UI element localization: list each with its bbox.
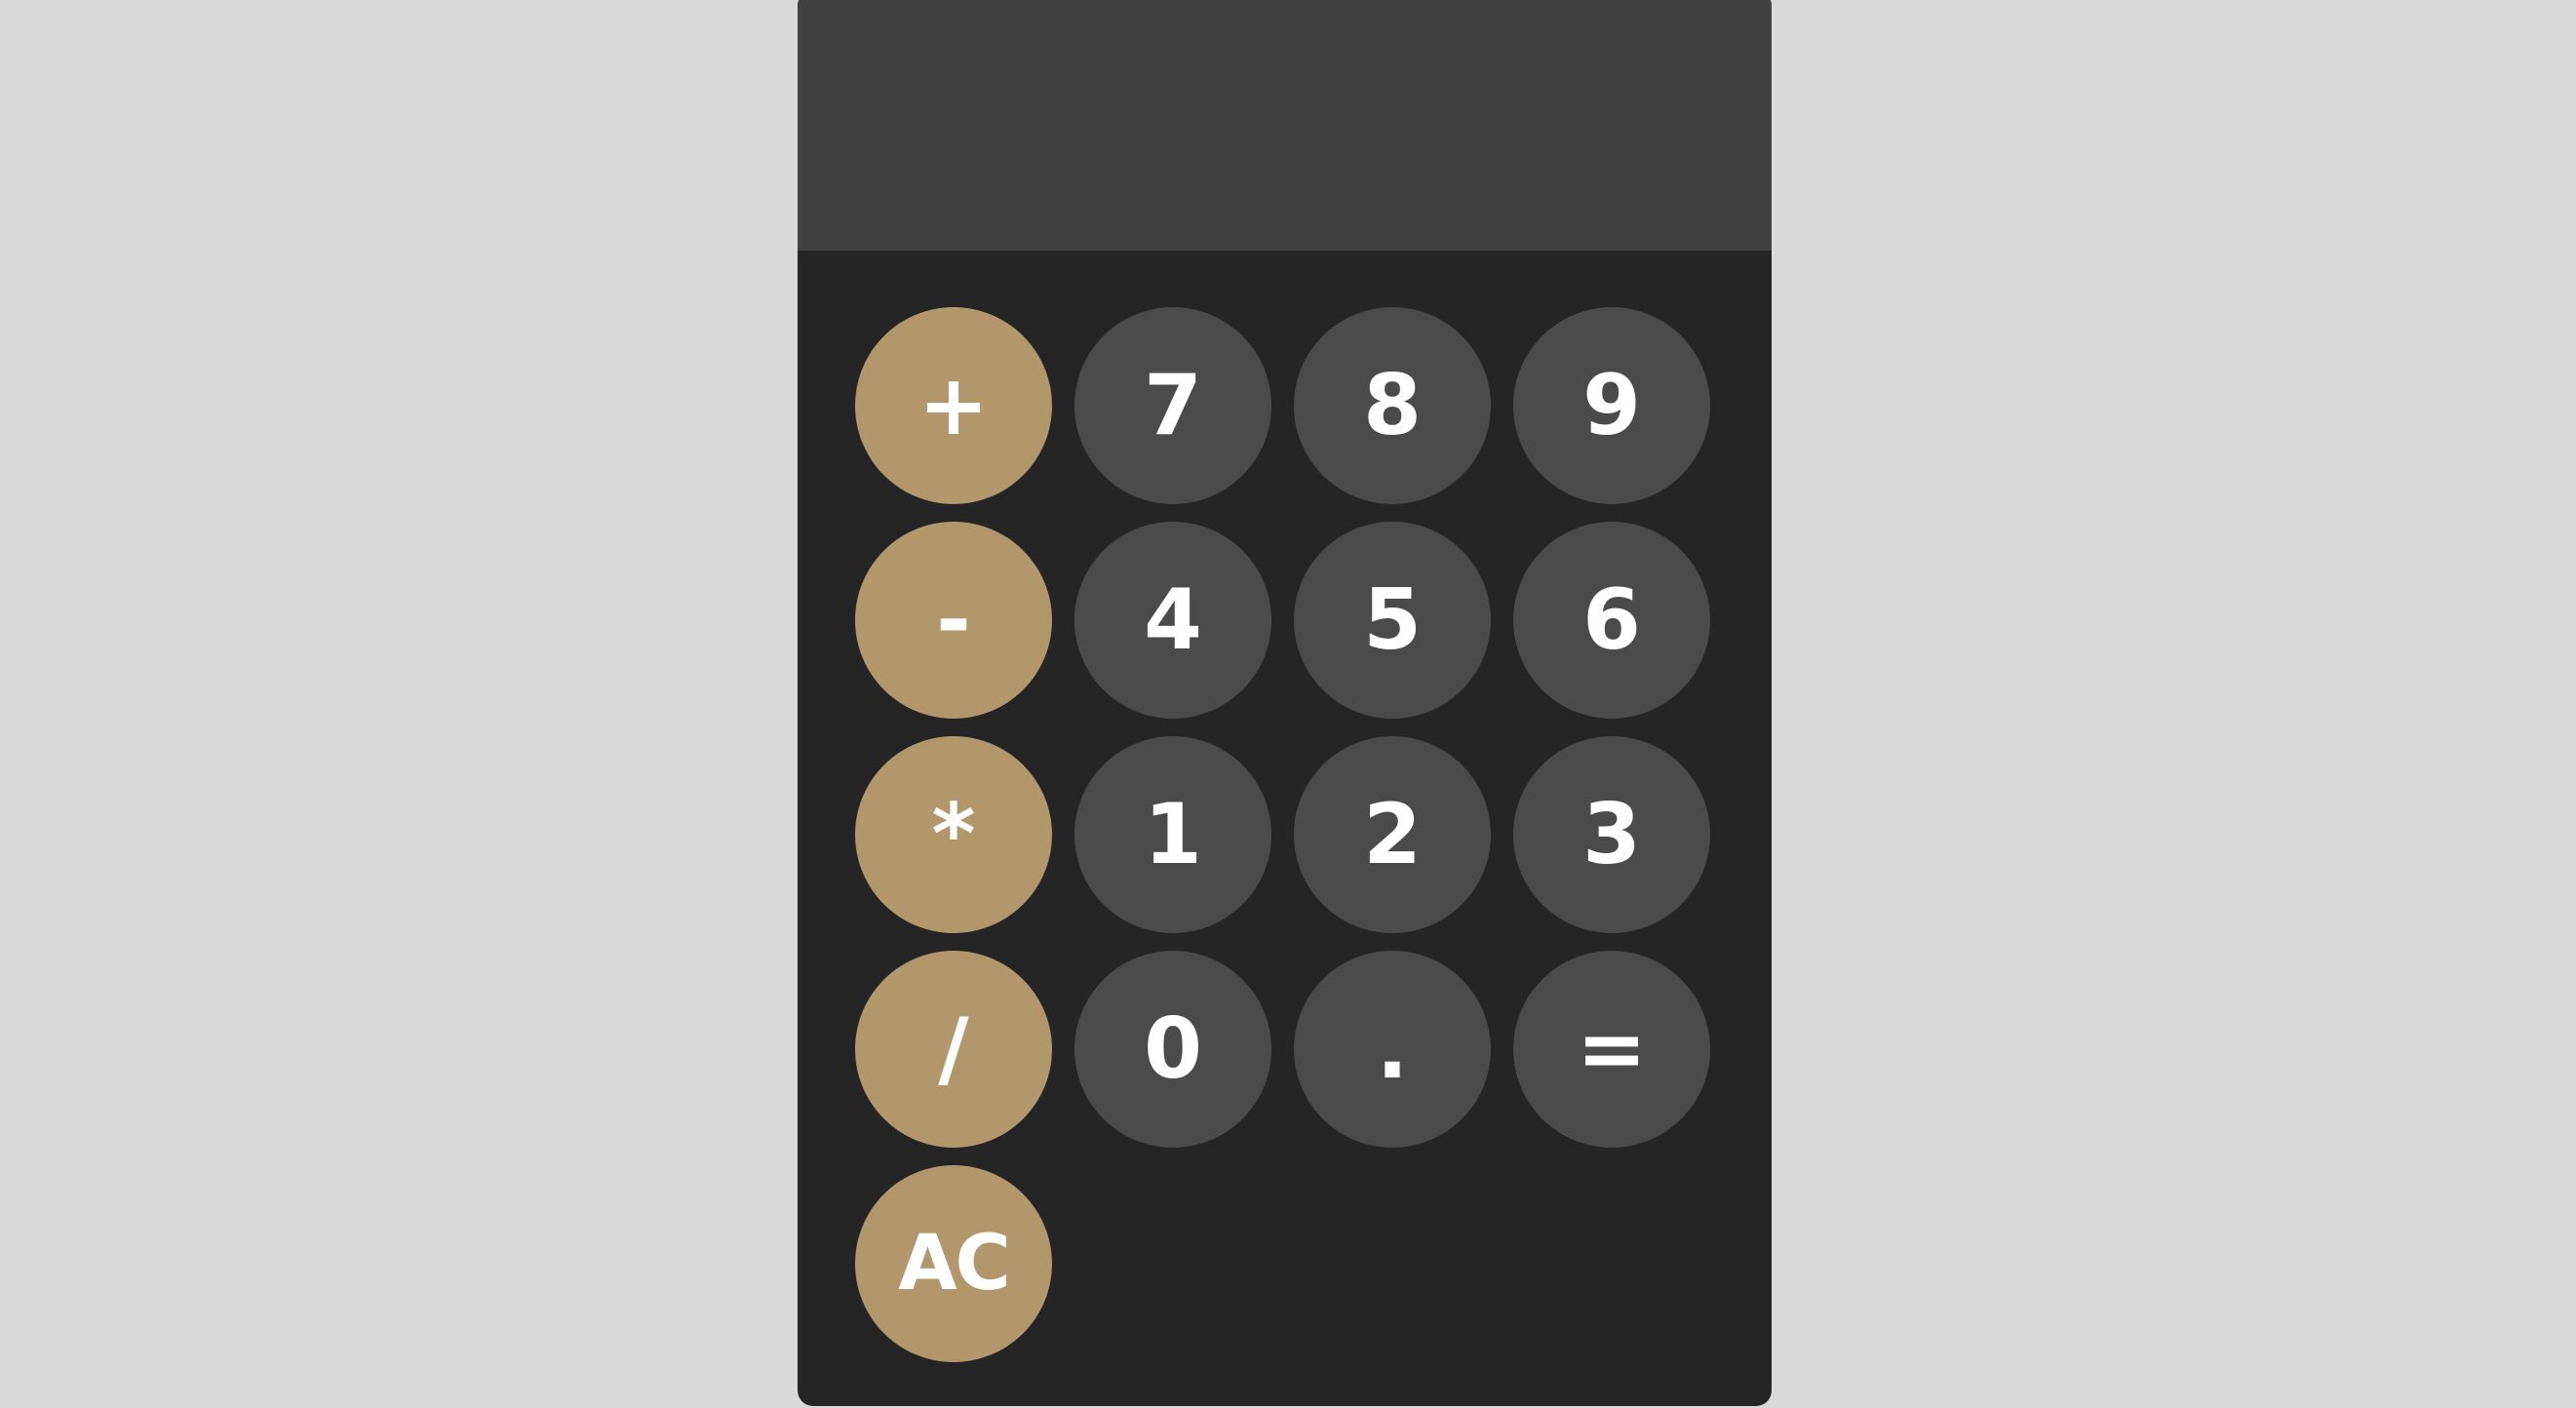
three-button[interactable]: 3	[1513, 736, 1710, 933]
calculator: + 7 8 9 - 4 5 6 * 1 2 3 / 0 . = AC	[798, 0, 1772, 1406]
zero-button[interactable]: 0	[1074, 951, 1271, 1148]
calculator-display	[798, 0, 1772, 251]
decimal-button[interactable]: .	[1294, 951, 1491, 1148]
seven-button[interactable]: 7	[1074, 307, 1271, 504]
minus-button[interactable]: -	[855, 522, 1052, 719]
nine-button[interactable]: 9	[1513, 307, 1710, 504]
five-button[interactable]: 5	[1294, 522, 1491, 719]
one-button[interactable]: 1	[1074, 736, 1271, 933]
two-button[interactable]: 2	[1294, 736, 1491, 933]
clear-button[interactable]: AC	[855, 1165, 1052, 1362]
multiply-button[interactable]: *	[855, 736, 1052, 933]
plus-button[interactable]: +	[855, 307, 1052, 504]
equals-button[interactable]: =	[1513, 951, 1710, 1148]
four-button[interactable]: 4	[1074, 522, 1271, 719]
six-button[interactable]: 6	[1513, 522, 1710, 719]
divide-button[interactable]: /	[855, 951, 1052, 1148]
eight-button[interactable]: 8	[1294, 307, 1491, 504]
